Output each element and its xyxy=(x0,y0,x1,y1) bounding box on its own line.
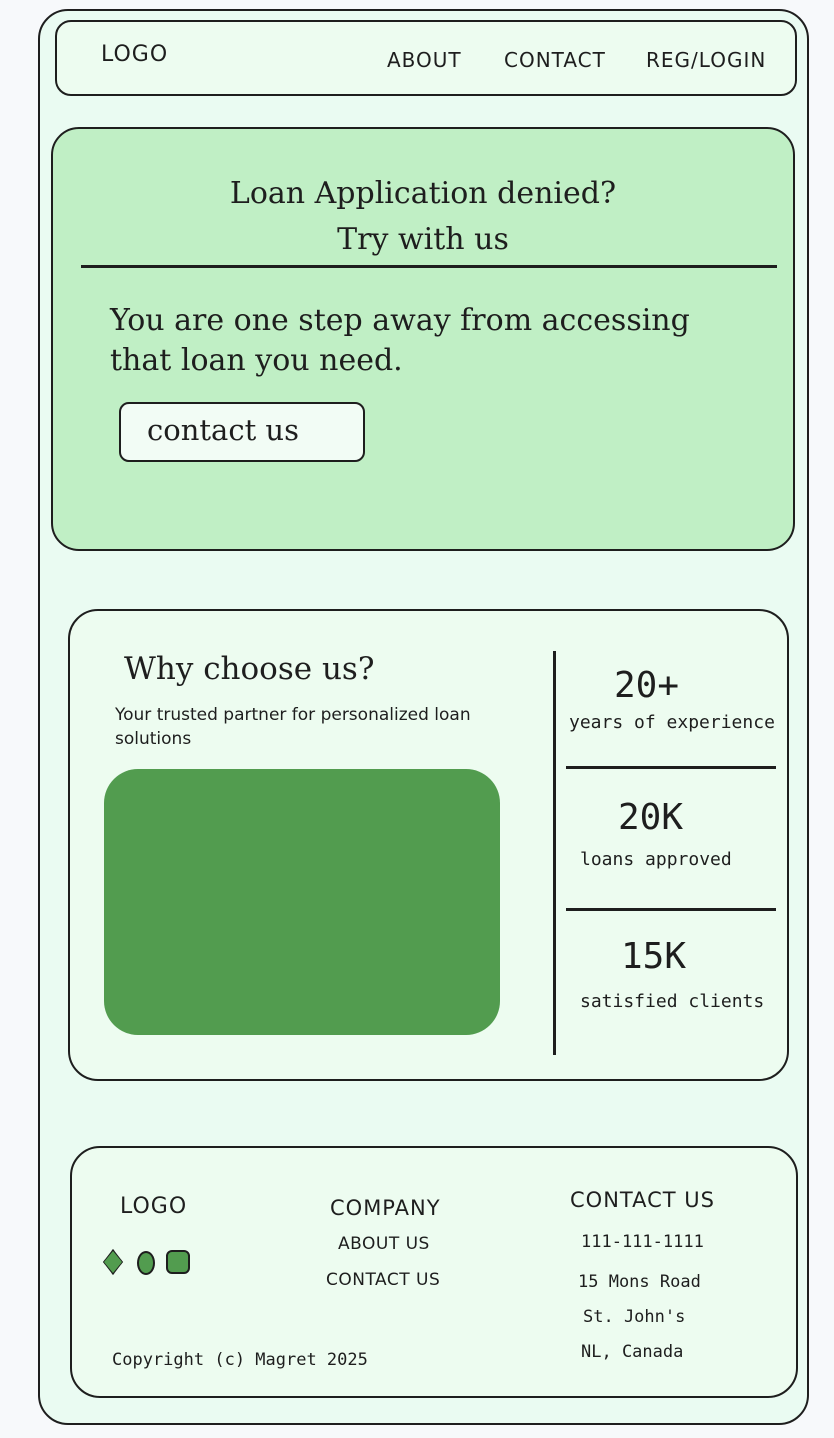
stat-divider xyxy=(566,766,776,769)
copyright: Copyright (c) Magret 2025 xyxy=(112,1350,368,1370)
top-nav: LOGO ABOUT CONTACT REG/LOGIN xyxy=(55,20,797,96)
stat-label-years: years of experience xyxy=(569,712,775,733)
footer-address-line3: NL, Canada xyxy=(581,1342,684,1362)
footer-address-line2: St. John's xyxy=(583,1307,686,1327)
hero-title-line1: Loan Application denied? xyxy=(229,176,617,211)
stat-value-years: 20+ xyxy=(614,665,680,706)
stat-label-loans: loans approved xyxy=(580,849,732,870)
nav-logo[interactable]: LOGO xyxy=(101,42,168,67)
hero-section: Loan Application denied? Try with us You… xyxy=(51,127,795,551)
footer-contact-title: CONTACT US xyxy=(570,1188,715,1212)
nav-link-reg-login[interactable]: REG/LOGIN xyxy=(646,48,766,72)
why-choose-us-section: Why choose us? Your trusted partner for … xyxy=(68,609,789,1081)
hero-text: You are one step away from accessing tha… xyxy=(110,303,690,378)
stats-divider-vertical xyxy=(553,651,556,1055)
nav-link-contact[interactable]: CONTACT xyxy=(504,48,606,72)
diamond-icon[interactable] xyxy=(104,1251,122,1273)
why-title: Why choose us? xyxy=(124,651,375,687)
stat-value-clients: 15K xyxy=(621,936,687,977)
stat-divider xyxy=(566,908,776,911)
footer-address-line1: 15 Mons Road xyxy=(578,1272,701,1292)
image-placeholder xyxy=(104,769,500,1035)
hero-title: Loan Application denied? Try with us xyxy=(53,171,793,263)
rounded-square-icon[interactable] xyxy=(166,1250,190,1274)
footer-company-title: COMPANY xyxy=(330,1196,441,1220)
why-subtitle: Your trusted partner for personalized lo… xyxy=(115,705,471,749)
footer-logo[interactable]: LOGO xyxy=(120,1194,187,1219)
hero-divider xyxy=(81,265,777,268)
footer-link-about-us[interactable]: ABOUT US xyxy=(338,1234,430,1254)
stat-label-clients: satisfied clients xyxy=(580,991,765,1012)
hero-title-line2: Try with us xyxy=(337,222,509,257)
nav-link-about[interactable]: ABOUT xyxy=(387,48,462,72)
stat-value-loans: 20K xyxy=(618,797,684,838)
footer: LOGO Copyright (c) Magret 2025 COMPANY A… xyxy=(70,1146,798,1398)
footer-phone: 111-111-1111 xyxy=(581,1232,704,1252)
oval-icon[interactable] xyxy=(137,1251,155,1275)
contact-us-button[interactable]: contact us xyxy=(119,402,365,462)
footer-link-contact-us[interactable]: CONTACT US xyxy=(326,1270,440,1290)
